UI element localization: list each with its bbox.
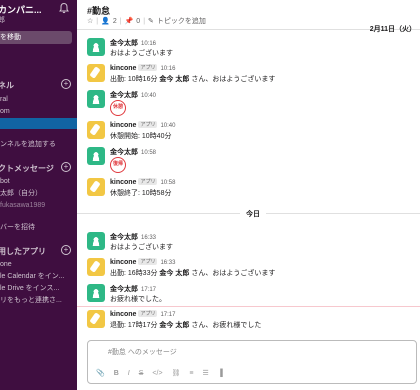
sidebar-item-google-calendar[interactable]: le Calendar をイン... — [0, 271, 77, 282]
link-icon[interactable]: ⛓ — [172, 369, 181, 377]
member-icon[interactable]: 👤 — [101, 17, 110, 25]
timestamp[interactable]: 10:58 — [141, 150, 156, 156]
sender-name[interactable]: 金今太郎 — [110, 40, 138, 47]
sidebar-item-random[interactable]: om — [0, 106, 77, 117]
channel-view: #勤怠 ☆ | 👤 2 | 📌 0 | ✎ トピックを追加 2月11日（火） 金… — [77, 0, 420, 390]
member-count[interactable]: 2 — [113, 18, 117, 25]
bell-icon[interactable] — [58, 2, 70, 14]
channel-meta: ☆ | 👤 2 | 📌 0 | ✎ トピックを追加 — [87, 16, 206, 26]
sidebar-item-app-kincone[interactable]: one — [0, 259, 77, 270]
sidebar-item-general[interactable]: ral — [0, 94, 77, 105]
mention[interactable]: 金今 太郎 — [159, 270, 189, 277]
avatar[interactable] — [87, 147, 105, 165]
bullet-list-icon[interactable]: ☰ — [203, 369, 209, 377]
timestamp[interactable]: 16:33 — [160, 260, 175, 266]
mention[interactable]: 金今 太郎 — [159, 322, 189, 329]
sidebar-item-more-apps[interactable]: リをもっと連携さ... — [0, 295, 77, 306]
sender-name[interactable]: 金今太郎 — [110, 149, 138, 156]
ordered-list-icon[interactable]: ≡ — [189, 370, 193, 377]
channel-header: #勤怠 ☆ | 👤 2 | 📌 0 | ✎ トピックを追加 2月11日（火） — [77, 0, 420, 33]
sidebar-item-slackbot[interactable]: bot — [0, 176, 77, 187]
sender-name[interactable]: 金今太郎 — [110, 92, 138, 99]
invite-member-link[interactable]: バーを招待 — [0, 222, 77, 233]
workspace-name[interactable]: カンパニ... — [0, 3, 42, 16]
app-badge: アプリ — [138, 121, 158, 128]
pin-icon[interactable]: 📌 — [125, 17, 134, 25]
sender-name[interactable]: kincone — [110, 259, 136, 266]
sender-name[interactable]: kincone — [110, 65, 136, 72]
apps-section-title[interactable]: 用したアプリ — [0, 246, 46, 257]
sidebar-item-self[interactable]: 太郎（自分） — [0, 188, 77, 199]
pin-count[interactable]: 0 — [136, 18, 140, 25]
message-text: 出勤: 10時16分 金今 太郎 さん、おはようございます — [110, 76, 276, 83]
italic-icon[interactable]: I — [128, 370, 130, 377]
message-input[interactable]: #勤怠 へのメッセージ — [108, 347, 177, 357]
add-channel-plus-icon[interactable]: + — [61, 79, 71, 89]
dm-section-title[interactable]: クトメッセージ — [0, 163, 54, 174]
message-text: 退勤: 17時17分 金今 太郎 さん、お疲れ様でした — [110, 322, 262, 329]
sidebar: カンパニ... 郎 を移動 ネル + ral om ンネルを追加する クトメッセ… — [0, 0, 77, 390]
avatar[interactable] — [87, 284, 105, 302]
strike-icon[interactable]: S — [139, 370, 144, 377]
add-dm-plus-icon[interactable]: + — [61, 162, 71, 172]
workspace-user: 郎 — [0, 17, 5, 24]
add-channel-link[interactable]: ンネルを追加する — [0, 139, 77, 150]
timestamp[interactable]: 10:16 — [141, 41, 156, 47]
timestamp[interactable]: 10:16 — [160, 66, 175, 72]
today-label[interactable]: 今日 — [240, 209, 266, 219]
app-badge: アプリ — [138, 310, 158, 317]
avatar[interactable] — [87, 38, 105, 56]
message-text: 休憩終了: 10時58分 — [110, 190, 172, 197]
message-text: 休憩開始: 10時40分 — [110, 133, 172, 140]
app-badge: アプリ — [138, 64, 158, 71]
avatar[interactable] — [87, 258, 105, 276]
channels-section-title[interactable]: ネル — [0, 80, 14, 91]
edit-icon[interactable]: ✎ — [148, 17, 154, 25]
message-text: おはようございます — [110, 50, 173, 57]
date-separator: 2月11日（火） — [369, 26, 416, 33]
avatar[interactable] — [87, 178, 105, 196]
app-badge: アプリ — [138, 178, 158, 185]
app-badge: アプリ — [138, 258, 158, 265]
sender-name[interactable]: 金今太郎 — [110, 286, 138, 293]
timestamp[interactable]: 10:40 — [141, 93, 156, 99]
avatar[interactable] — [87, 310, 105, 328]
avatar[interactable] — [87, 232, 105, 250]
quote-icon[interactable]: ▐ — [218, 370, 223, 377]
avatar[interactable] — [87, 64, 105, 82]
sender-name[interactable]: kincone — [110, 122, 136, 129]
sidebar-item-google-drive[interactable]: le Drive をインス... — [0, 283, 77, 294]
timestamp[interactable]: 17:17 — [160, 312, 175, 318]
bold-icon[interactable]: B — [114, 370, 119, 377]
sender-name[interactable]: 金今太郎 — [110, 234, 138, 241]
jump-to-button[interactable]: を移動 — [0, 31, 72, 44]
sidebar-item-fukasawa[interactable]: fukasawa1989 — [0, 200, 77, 211]
timestamp[interactable]: 10:40 — [160, 123, 175, 129]
message-text: おはようございます — [110, 244, 173, 251]
add-app-plus-icon[interactable]: + — [61, 245, 71, 255]
sender-name[interactable]: kincone — [110, 311, 136, 318]
stamp-icon: 休憩 — [110, 100, 126, 116]
message-text: お疲れ様でした。 — [110, 296, 166, 303]
stamp-icon: 復帰 — [110, 157, 126, 173]
avatar[interactable] — [87, 121, 105, 139]
timestamp[interactable]: 10:58 — [160, 180, 175, 186]
timestamp[interactable]: 16:33 — [141, 235, 156, 241]
star-icon[interactable]: ☆ — [87, 17, 93, 25]
timestamp[interactable]: 17:17 — [141, 287, 156, 293]
format-toolbar: 📎 B I S </> ⛓ ≡ ☰ ▐ — [96, 369, 223, 378]
new-message-line — [77, 306, 420, 307]
avatar[interactable] — [87, 90, 105, 108]
code-icon[interactable]: </> — [152, 370, 162, 377]
sidebar-item-kintai-active[interactable] — [0, 118, 77, 129]
sender-name[interactable]: kincone — [110, 179, 136, 186]
attach-icon[interactable]: 📎 — [96, 369, 105, 377]
add-topic-link[interactable]: トピックを追加 — [157, 16, 206, 26]
mention[interactable]: 金今 太郎 — [159, 76, 189, 83]
message-composer[interactable]: #勤怠 へのメッセージ 📎 B I S </> ⛓ ≡ ☰ ▐ — [87, 340, 417, 384]
message-text: 出勤: 16時33分 金今 太郎 さん、おはようございます — [110, 270, 276, 277]
